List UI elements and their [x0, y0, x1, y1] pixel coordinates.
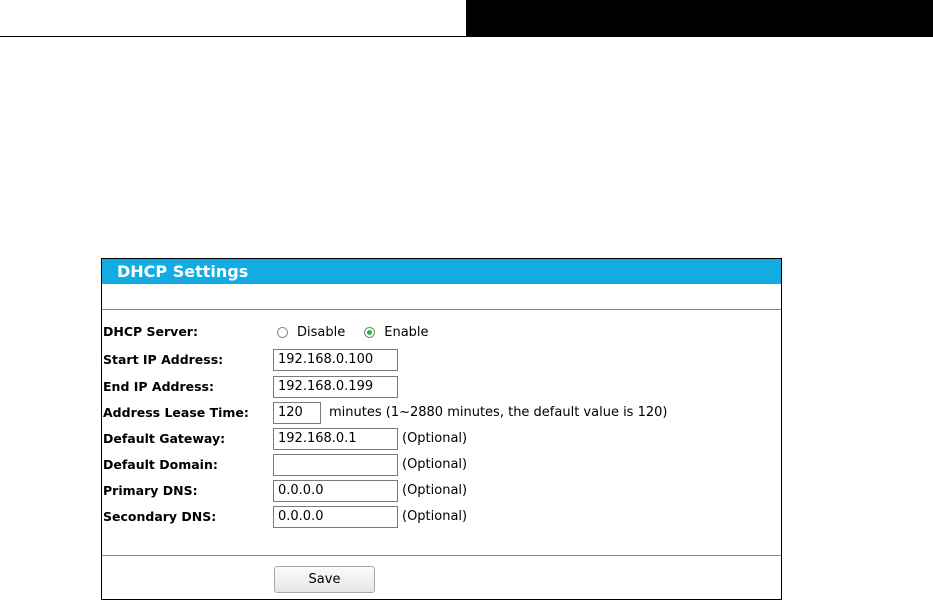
- start-ip-input[interactable]: 192.168.0.100: [273, 349, 398, 371]
- dhcp-server-radio-group: Disable Enable: [277, 321, 448, 343]
- start-ip-row: Start IP Address: 192.168.0.100: [102, 349, 781, 371]
- gateway-input[interactable]: 192.168.0.1: [273, 428, 398, 450]
- lease-time-row: Address Lease Time: 120 minutes (1~2880 …: [102, 402, 781, 424]
- lease-time-input[interactable]: 120: [273, 402, 321, 424]
- disable-radio-label[interactable]: Disable: [297, 325, 345, 340]
- end-ip-label: End IP Address:: [103, 379, 214, 394]
- gateway-row: Default Gateway: 192.168.0.1 (Optional): [102, 428, 781, 450]
- domain-row: Default Domain: (Optional): [102, 454, 781, 476]
- secondary-dns-label: Secondary DNS:: [103, 509, 217, 524]
- top-black-bar: [466, 0, 933, 37]
- end-ip-row: End IP Address: 192.168.0.199: [102, 376, 781, 398]
- lease-time-label: Address Lease Time:: [103, 405, 249, 420]
- panel-title: DHCP Settings: [102, 259, 781, 284]
- lease-time-note: minutes (1~2880 minutes, the default val…: [329, 405, 668, 420]
- dhcp-server-row: DHCP Server: Disable Enable: [102, 321, 781, 343]
- primary-dns-label: Primary DNS:: [103, 483, 198, 498]
- domain-label: Default Domain:: [103, 457, 218, 472]
- end-ip-input[interactable]: 192.168.0.199: [273, 376, 398, 398]
- disable-radio[interactable]: [277, 326, 288, 338]
- gateway-optional-note: (Optional): [402, 431, 468, 446]
- save-button[interactable]: Save: [274, 566, 375, 593]
- secondary-dns-optional-note: (Optional): [402, 509, 468, 524]
- primary-dns-optional-note: (Optional): [402, 483, 468, 498]
- dhcp-server-label: DHCP Server:: [103, 324, 198, 339]
- dhcp-settings-panel: DHCP Settings DHCP Server: Disable Enabl…: [101, 258, 782, 600]
- primary-dns-input[interactable]: 0.0.0.0: [273, 480, 398, 502]
- panel-divider-top: [102, 309, 781, 310]
- panel-divider-bottom: [102, 555, 781, 556]
- gateway-label: Default Gateway:: [103, 431, 226, 446]
- primary-dns-row: Primary DNS: 0.0.0.0 (Optional): [102, 480, 781, 502]
- start-ip-label: Start IP Address:: [103, 352, 224, 367]
- secondary-dns-row: Secondary DNS: 0.0.0.0 (Optional): [102, 506, 781, 528]
- top-divider-line: [0, 36, 467, 37]
- secondary-dns-input[interactable]: 0.0.0.0: [273, 506, 398, 528]
- enable-radio-label[interactable]: Enable: [384, 325, 428, 340]
- enable-radio[interactable]: [364, 326, 376, 338]
- domain-optional-note: (Optional): [402, 457, 468, 472]
- domain-input[interactable]: [273, 454, 398, 476]
